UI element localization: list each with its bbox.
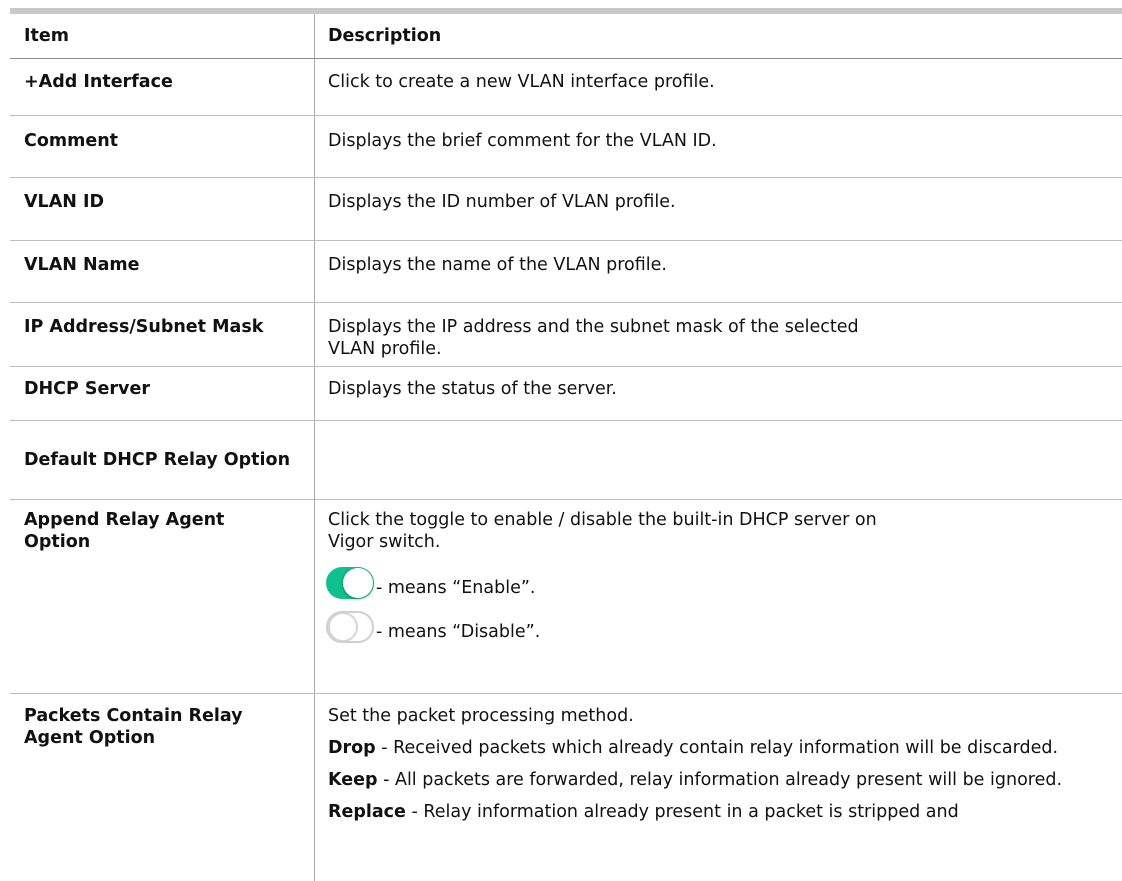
row-divider [10,177,1122,178]
keep-option: Keep - All packets are forwarded, relay … [328,769,1108,791]
row-divider [10,366,1122,367]
table-top-border [10,8,1122,14]
row-item: Append Relay Agent Option [24,510,225,552]
column-divider-mid [314,499,315,693]
append-relay-description: Click the toggle to enable / disable the… [326,509,888,643]
row-description: Displays the ID number of VLAN profile. [328,192,676,212]
replace-label: Replace [328,802,406,822]
drop-option: Drop - Received packets which already co… [328,737,1108,759]
disable-text: - means “Disable”. [376,622,541,642]
row-divider [10,302,1122,303]
header-description: Description [328,26,442,46]
enable-example: - means “Enable”. [326,559,888,599]
column-divider-bottom [314,693,315,881]
row-item: IP Address/Subnet Mask [24,317,264,337]
row-divider [10,115,1122,116]
replace-option: Replace - Relay information already pres… [328,801,1108,823]
section-title: Default DHCP Relay Option [24,450,291,470]
row-description: Click to create a new VLAN interface pro… [328,72,715,92]
header-item: Item [24,26,69,46]
disable-example: - means “Disable”. [326,603,888,643]
section-divider [10,499,1122,500]
toggle-on-icon [326,567,374,599]
row-description: Displays the IP address and the subnet m… [328,317,859,359]
row-item: Comment [24,131,119,151]
row-divider [10,240,1122,241]
row-item: DHCP Server [24,379,150,399]
row-divider [10,693,1122,694]
keep-label: Keep [328,770,378,790]
toggle-off-icon [326,611,374,643]
packets-intro: Set the packet processing method. [328,706,634,726]
row-description: Displays the brief comment for the VLAN … [328,131,717,151]
header-rule [10,58,1122,59]
replace-text: - Relay information already present in a… [405,802,959,822]
keep-text: - All packets are forwarded, relay infor… [377,770,1063,790]
enable-text: - means “Enable”. [376,578,536,598]
drop-label: Drop [328,738,376,758]
row-item: VLAN ID [24,192,105,212]
packets-description: Set the packet processing method. Drop -… [328,705,1108,833]
row-description: Displays the status of the server. [328,379,617,399]
row-item: +Add Interface [24,72,173,92]
append-relay-text: Click the toggle to enable / disable the… [328,510,877,552]
row-description: Displays the name of the VLAN profile. [328,255,667,275]
drop-text: - Received packets which already contain… [375,738,1059,758]
row-item: VLAN Name [24,255,140,275]
row-item: Packets Contain Relay Agent Option [24,706,243,748]
row-divider [10,420,1122,421]
